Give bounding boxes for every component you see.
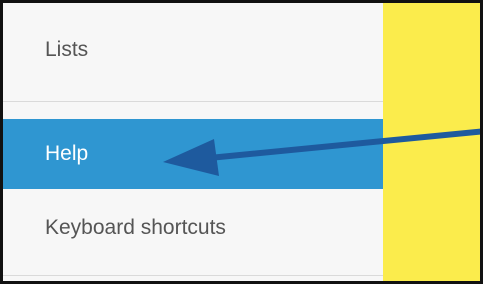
menu-item-label: Help [45,142,89,165]
menu-item-lists[interactable]: Lists [3,3,383,101]
menu-item-keyboard-shortcuts[interactable]: Keyboard shortcuts [3,189,383,267]
menu-divider [3,101,383,102]
menu-item-help[interactable]: Help [3,119,383,189]
menu-item-label: Keyboard shortcuts [45,216,226,239]
sidebar-menu: Lists Help Keyboard shortcuts [3,3,383,281]
menu-divider [3,275,383,276]
screenshot-frame: Lists Help Keyboard shortcuts [0,0,483,284]
annotation-highlight-panel [383,3,480,281]
menu-item-label: Lists [45,38,89,61]
